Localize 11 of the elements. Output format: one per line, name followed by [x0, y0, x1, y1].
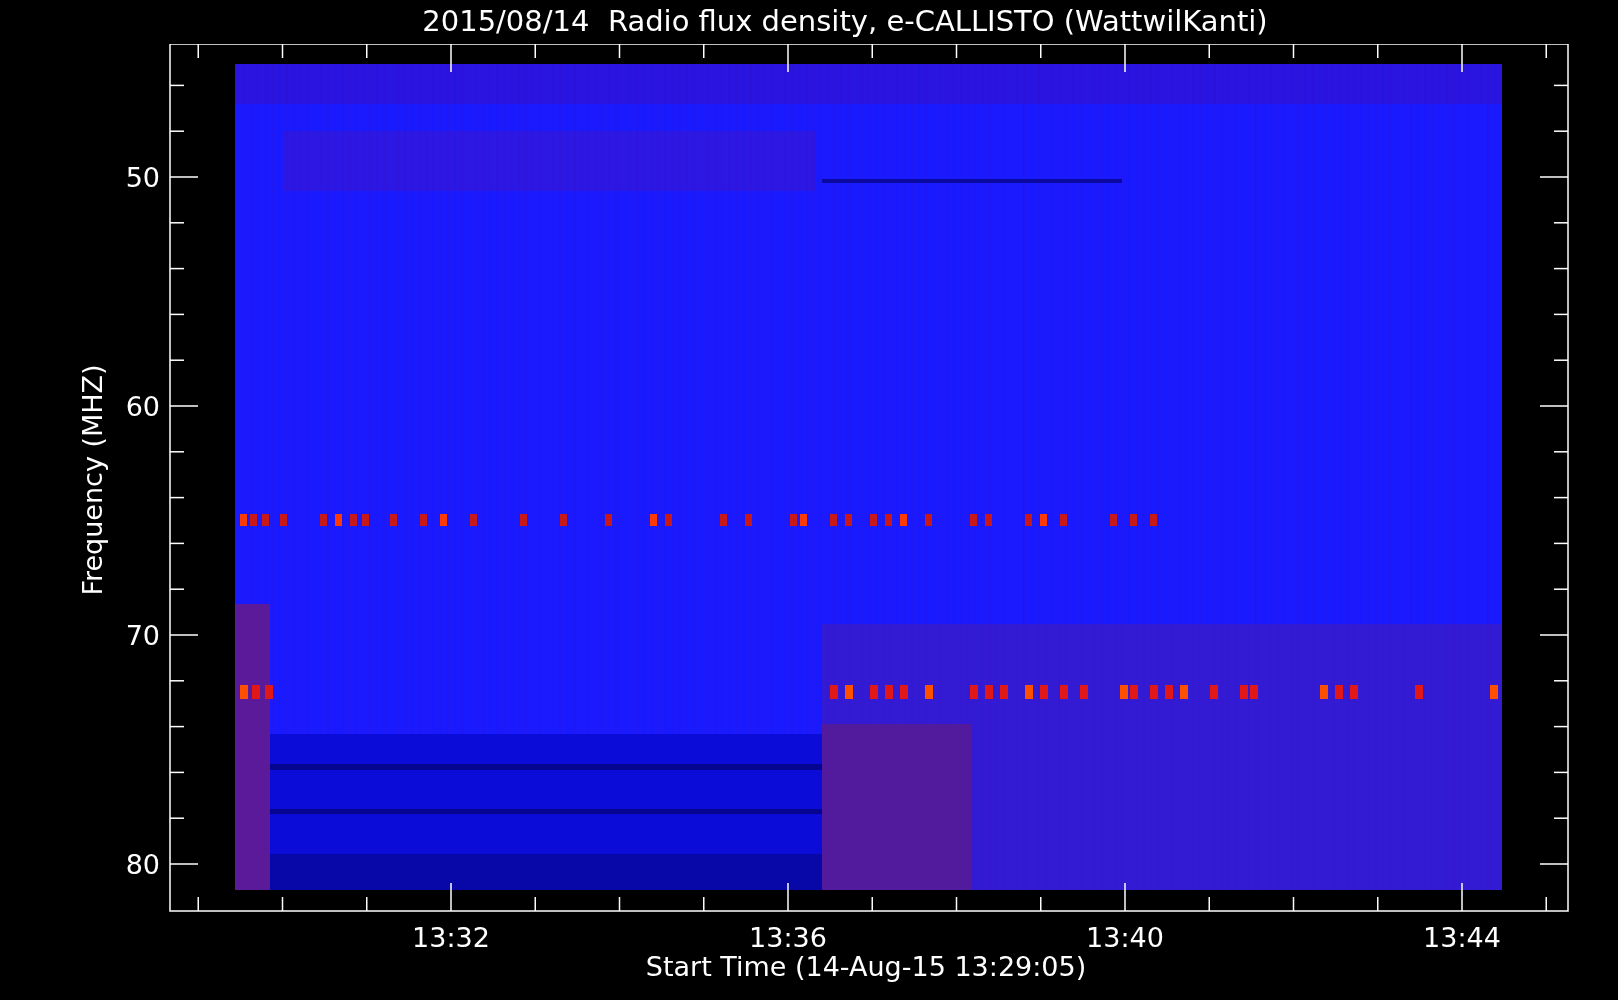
x-tick-label: 13:40 [1086, 922, 1164, 953]
x-tick-label: 13:32 [412, 922, 490, 953]
chart-title: 2015/08/14 Radio flux density, e-CALLISTO (WattwilKanti) [422, 3, 1268, 41]
x-axis-label: Start Time (14-Aug-15 13:29:05) [645, 951, 1087, 982]
y-tick-label: 80 [125, 849, 160, 880]
y-tick-label: 60 [125, 391, 160, 422]
y-tick-label: 50 [125, 162, 160, 193]
y-tick-label: 70 [125, 620, 160, 651]
x-tick-label: 13:44 [1423, 922, 1501, 953]
x-tick-label: 13:36 [749, 922, 827, 953]
y-axis-label: Frequency (MHZ) [77, 364, 108, 596]
